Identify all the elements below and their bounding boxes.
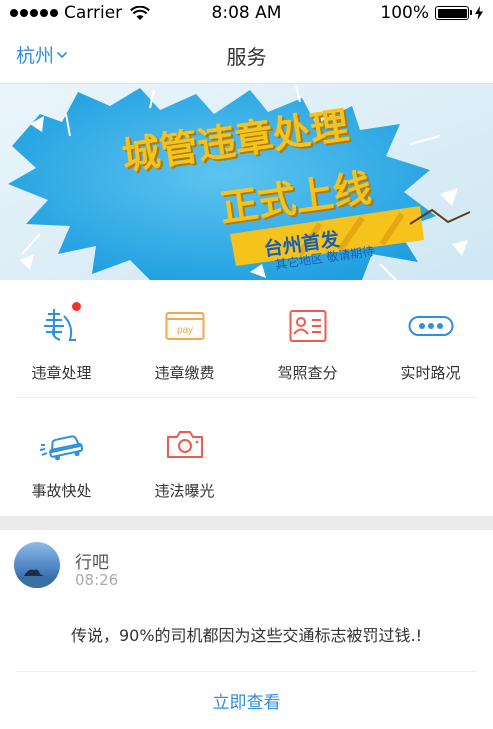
post-text[interactable]: 传说，90%的司机都因为这些交通标志被罚过钱.! [0, 622, 493, 646]
service-label: 驾照查分 [277, 364, 338, 382]
service-label: 实时路况 [400, 364, 461, 382]
services-grid: 违章处理 pay 违章缴费 驾照查分 实时路况 事故快处 违法曝光 [0, 280, 493, 516]
promo-banner[interactable]: 城管违章处理 正式上线 台州首发 其它地区 敬请期待 [0, 84, 493, 280]
service-license-points[interactable]: 驾照查分 [246, 280, 369, 396]
service-label: 违章处理 [31, 364, 92, 382]
notification-badge [71, 302, 81, 311]
svg-text:pay: pay [176, 325, 192, 336]
section-separator [0, 516, 493, 530]
violation-icon [37, 302, 87, 346]
service-violation[interactable]: 违章处理 [0, 280, 123, 396]
view-now-button[interactable]: 立即查看 [0, 688, 493, 713]
card-divider [16, 671, 477, 672]
charging-bolt-icon [475, 6, 483, 20]
car-accident-icon [37, 424, 87, 464]
service-label: 违法曝光 [154, 482, 215, 500]
license-card-icon [283, 306, 333, 346]
avatar[interactable] [14, 542, 60, 588]
camera-icon [160, 424, 210, 464]
status-right: 100% [380, 3, 483, 23]
nav-bar: 杭州 服务 [0, 28, 493, 84]
battery-icon [435, 6, 472, 20]
post-time: 08:26 [75, 571, 119, 589]
status-bar: Carrier 8:08 AM 100% [0, 0, 493, 28]
service-violation-exposure[interactable]: 违法曝光 [123, 398, 246, 514]
service-accident[interactable]: 事故快处 [0, 398, 123, 514]
author-name: 行吧 [75, 553, 109, 573]
service-label: 事故快处 [31, 482, 92, 500]
traffic-dots-icon [406, 306, 456, 346]
service-label: 违章缴费 [154, 364, 215, 382]
battery-percent: 100% [380, 3, 429, 23]
service-violation-payment[interactable]: pay 违章缴费 [123, 280, 246, 396]
service-live-traffic[interactable]: 实时路况 [369, 280, 492, 396]
news-card: 行吧 08:26 传说，90%的司机都因为这些交通标志被罚过钱.! 立即查看 [0, 530, 493, 729]
pay-card-icon: pay [160, 306, 210, 346]
page-title: 服务 [226, 45, 267, 69]
